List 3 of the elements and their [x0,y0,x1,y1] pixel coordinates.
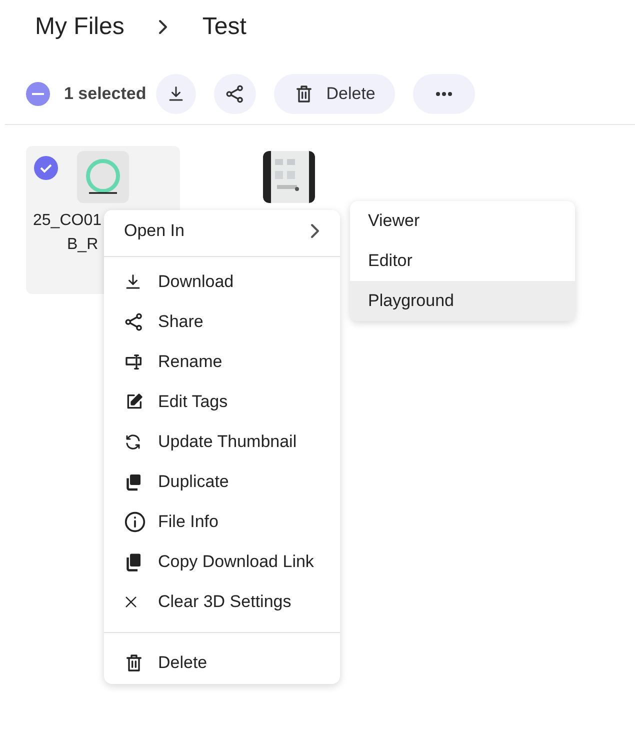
selection-count: 1 selected [64,84,146,104]
file-name: 25_CO01 [33,211,102,231]
file-name: B_R [67,235,98,255]
